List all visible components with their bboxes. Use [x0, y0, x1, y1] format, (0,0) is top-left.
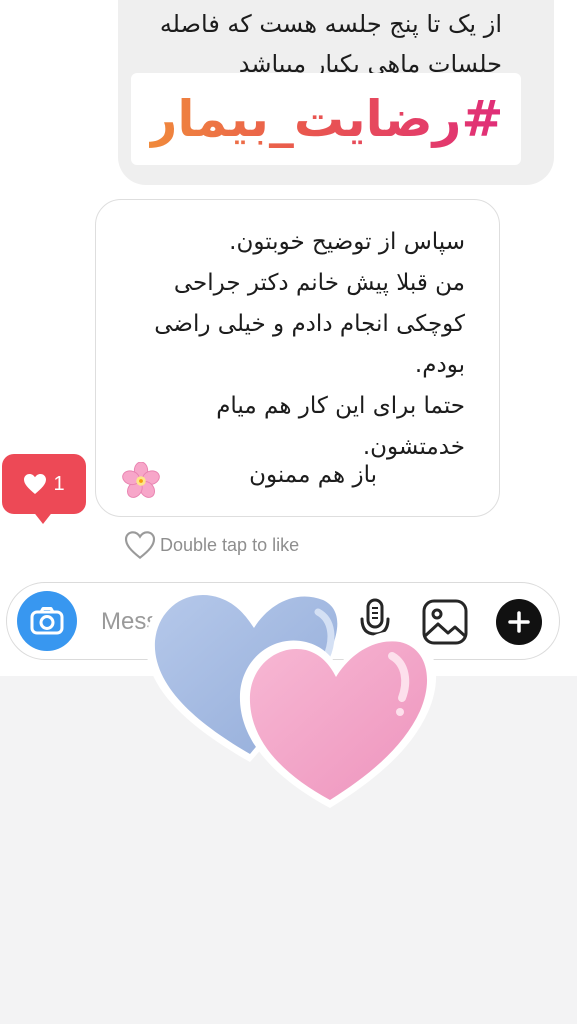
hashtag-sticker: #رضایت_بیمار: [131, 73, 521, 165]
message-line: باز هم ممنون: [249, 462, 377, 488]
like-badge-tail: [32, 510, 54, 524]
heart-outline-icon: [124, 531, 156, 560]
message-text: سپاس از توضیح خوبتون. من قبلا پیش خانم د…: [154, 222, 465, 468]
message-line: بودم.: [414, 352, 465, 378]
cherry-blossom-icon: [122, 462, 160, 498]
double-tap-label: Double tap to like: [160, 534, 300, 555]
like-count: 1: [53, 472, 65, 495]
message-line: من قبلا پیش خانم دکتر جراحی: [173, 270, 465, 296]
pink-heart-icon: [239, 630, 437, 808]
add-button[interactable]: [496, 599, 542, 645]
received-message-line: از یک تا پنج جلسه هست که فاصله: [159, 10, 502, 38]
double-tap-hint[interactable]: Double tap to like: [124, 530, 299, 560]
message-line: حتما برای این کار هم میام: [216, 393, 465, 419]
hearts-sticker[interactable]: [138, 572, 438, 812]
message-line: کوچکی انجام دادم و خیلی راضی: [154, 311, 465, 337]
like-badge[interactable]: 1: [2, 454, 86, 514]
camera-icon: [30, 607, 64, 635]
heart-icon: [24, 474, 47, 494]
message-line: سپاس از توضیح خوبتون.: [229, 229, 465, 255]
plus-icon: [508, 611, 530, 633]
camera-button[interactable]: [17, 591, 77, 651]
hashtag-text: #رضایت_بیمار: [148, 90, 504, 148]
